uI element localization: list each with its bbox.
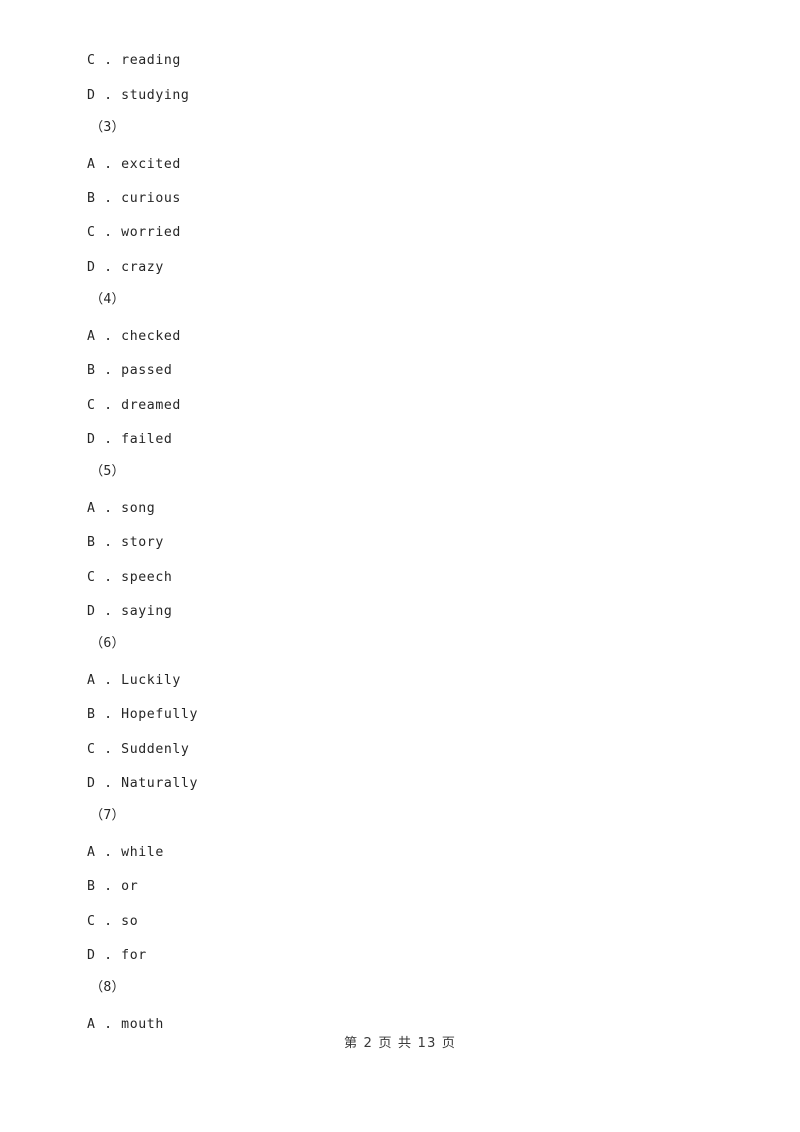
- question-number: （6）: [90, 636, 125, 651]
- answer-option: B . story: [87, 535, 164, 550]
- answer-option: C . reading: [87, 53, 181, 68]
- answer-option: D . for: [87, 948, 147, 963]
- answer-option: B . curious: [87, 191, 181, 206]
- answer-option: B . Hopefully: [87, 707, 199, 722]
- answer-option: C . worried: [87, 225, 181, 240]
- answer-option: B . passed: [87, 363, 173, 378]
- answer-option: A . mouth: [87, 1017, 164, 1032]
- answer-option: A . checked: [87, 329, 181, 344]
- answer-option: A . excited: [87, 157, 181, 172]
- answer-option: D . Naturally: [87, 776, 199, 791]
- answer-option: D . studying: [87, 88, 190, 103]
- page-footer: 第 2 页 共 13 页: [343, 1036, 457, 1051]
- document-page: C . reading D . studying （3） A . excited B .…: [0, 0, 800, 1132]
- question-number: （7）: [90, 808, 125, 823]
- answer-option: C . so: [87, 914, 139, 929]
- answer-option: C . speech: [87, 570, 173, 585]
- answer-option: A . while: [87, 845, 164, 860]
- question-number: （3）: [90, 120, 125, 135]
- answer-option: C . dreamed: [87, 398, 181, 413]
- answer-option: B . or: [87, 879, 139, 894]
- answer-option: D . saying: [87, 604, 173, 619]
- question-number: （8）: [90, 980, 125, 995]
- question-number: （5）: [90, 464, 125, 479]
- answer-option: A . Luckily: [87, 673, 181, 688]
- answer-option: D . crazy: [87, 260, 164, 275]
- answer-option: C . Suddenly: [87, 742, 190, 757]
- answer-option: A . song: [87, 501, 156, 516]
- question-number: （4）: [90, 292, 125, 307]
- answer-option: D . failed: [87, 432, 173, 447]
